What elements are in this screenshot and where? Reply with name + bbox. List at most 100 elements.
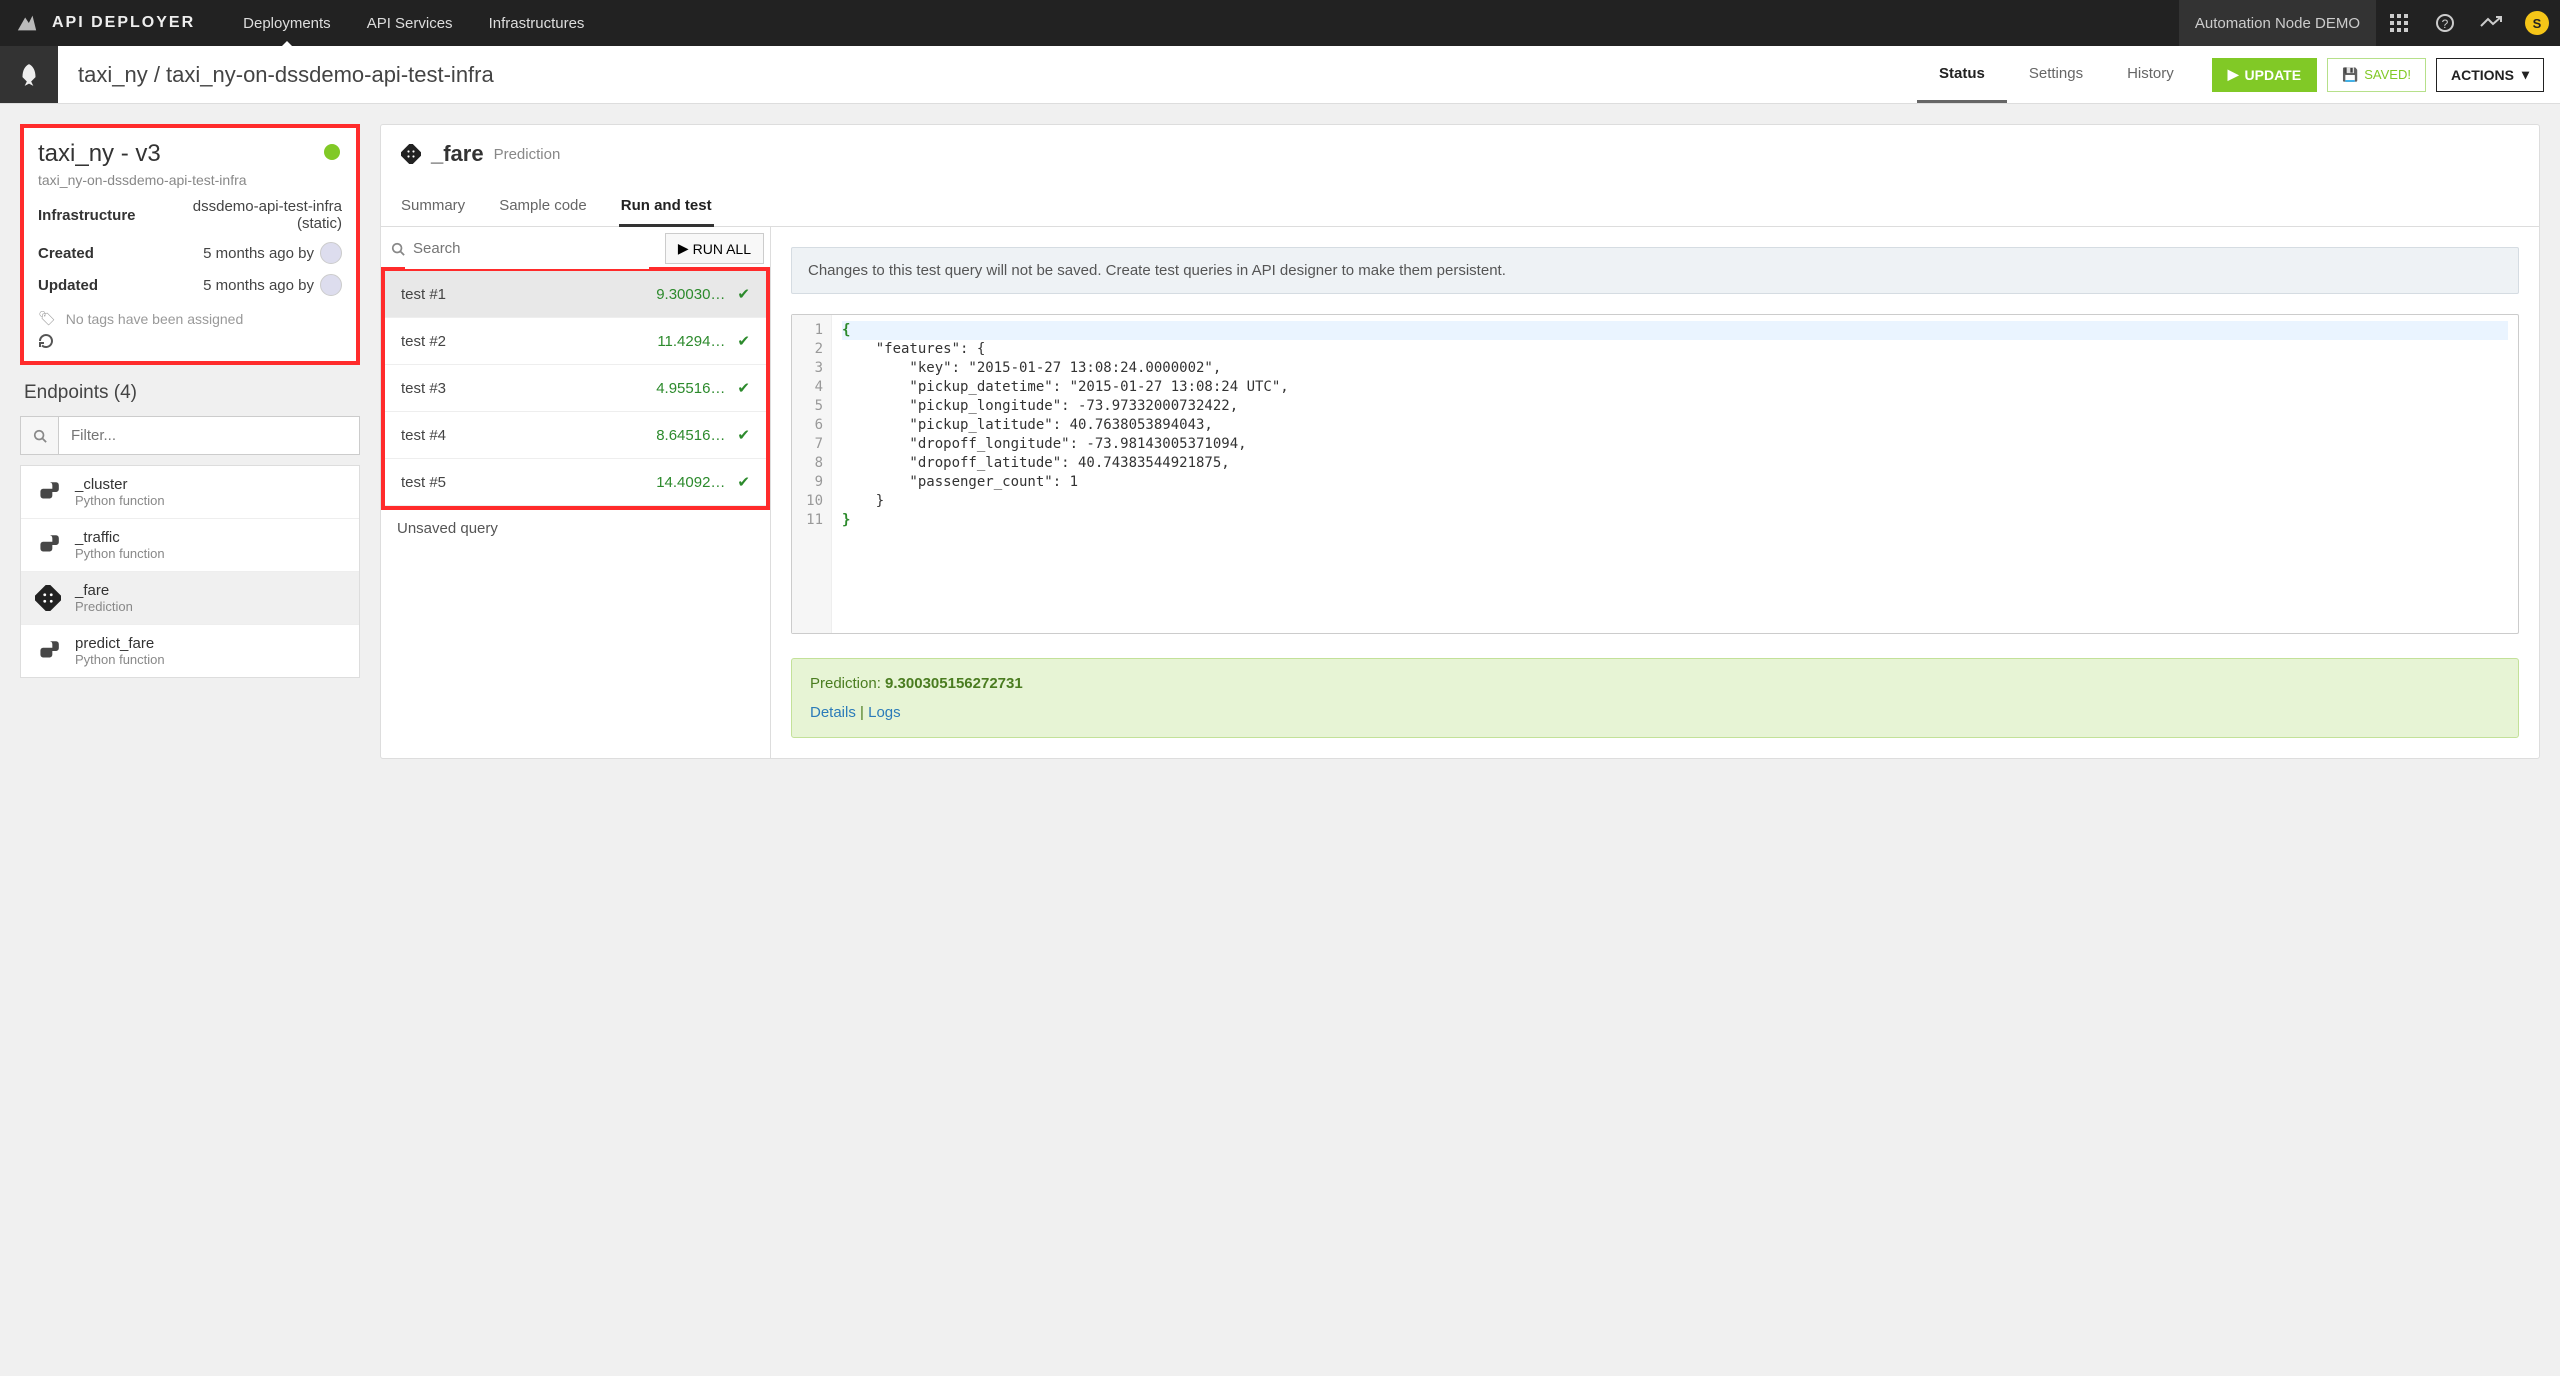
test-row-2[interactable]: test #2 11.4294… ✔ [385, 318, 766, 365]
prediction-label: Prediction: [810, 675, 885, 692]
test-value: 9.30030… [656, 286, 725, 303]
test-value: 14.4092… [656, 474, 725, 491]
saved-indicator: 💾 SAVED! [2327, 58, 2426, 92]
endpoint-list: _clusterPython function _trafficPython f… [20, 465, 360, 678]
node-label: Automation Node DEMO [2195, 15, 2360, 32]
update-label: UPDATE [2245, 67, 2302, 83]
creator-avatar [320, 242, 342, 264]
panel-tab-sample-code[interactable]: Sample code [497, 187, 589, 227]
test-list: ▶ RUN ALL test #1 9.30030… ✔ test #2 11.… [381, 227, 771, 758]
svg-text:?: ? [2442, 17, 2449, 31]
prediction-result: Prediction: 9.300305156272731 Details | … [791, 658, 2519, 738]
search-icon [391, 242, 405, 256]
code-editor[interactable]: 1234567891011 { "features": { "key": "20… [791, 314, 2519, 634]
test-value: 4.95516… [656, 380, 725, 397]
info-v-infra: dssdemo-api-test-infra (static) [158, 198, 342, 232]
test-value: 8.64516… [656, 427, 725, 444]
test-value: 11.4294… [657, 333, 725, 350]
update-button[interactable]: ▶ UPDATE [2212, 58, 2317, 92]
code-content: { "features": { "key": "2015-01-27 13:08… [832, 315, 2518, 633]
prediction-icon [401, 144, 421, 164]
prediction-icon [33, 583, 63, 613]
endpoint-panel-type: Prediction [494, 146, 561, 163]
endpoint-item-traffic[interactable]: _trafficPython function [21, 519, 359, 572]
test-row-3[interactable]: test #3 4.95516… ✔ [385, 365, 766, 412]
deployment-info-card: taxi_ny - v3 taxi_ny-on-dssdemo-api-test… [20, 124, 360, 365]
info-k-created: Created [38, 245, 158, 262]
endpoint-name: _traffic [75, 529, 165, 546]
test-row-1[interactable]: test #1 9.30030… ✔ [385, 271, 766, 318]
play-icon: ▶ [2228, 66, 2239, 83]
endpoint-name: _fare [75, 582, 133, 599]
nav-deployments[interactable]: Deployments [225, 0, 349, 46]
unsaved-notice: Changes to this test query will not be s… [791, 247, 2519, 294]
node-selector[interactable]: Automation Node DEMO [2179, 0, 2376, 46]
tag-icon: 🏷 [38, 310, 56, 327]
refresh-button[interactable] [38, 333, 342, 349]
test-name: test #1 [401, 286, 656, 303]
help-icon[interactable]: ? [2422, 0, 2468, 46]
caret-down-icon: ▾ [2522, 66, 2529, 83]
endpoint-panel: _fare Prediction Summary Sample code Run… [380, 124, 2540, 759]
test-detail: Changes to this test query will not be s… [771, 227, 2539, 758]
apps-icon[interactable] [2376, 0, 2422, 46]
no-tags-text: No tags have been assigned [66, 311, 243, 327]
brand-title: API DEPLOYER [52, 14, 195, 32]
refresh-icon [38, 333, 54, 349]
test-name: test #2 [401, 333, 657, 350]
activity-icon[interactable] [2468, 0, 2514, 46]
actions-button[interactable]: ACTIONS ▾ [2436, 58, 2544, 92]
avatar-initial: S [2525, 11, 2549, 35]
test-row-4[interactable]: test #4 8.64516… ✔ [385, 412, 766, 459]
test-name: test #5 [401, 474, 656, 491]
search-icon [21, 417, 59, 454]
check-icon: ✔ [737, 473, 750, 491]
breadcrumb: taxi_ny / taxi_ny-on-dssdemo-api-test-in… [58, 46, 1917, 103]
line-gutter: 1234567891011 [792, 315, 832, 633]
endpoint-panel-name: _fare [431, 141, 484, 167]
python-icon [33, 530, 63, 560]
tab-status[interactable]: Status [1917, 46, 2007, 103]
test-name: test #4 [401, 427, 656, 444]
details-link[interactable]: Details [810, 704, 856, 721]
endpoint-filter-input[interactable] [59, 417, 359, 454]
python-icon [33, 477, 63, 507]
user-avatar[interactable]: S [2514, 0, 2560, 46]
check-icon: ✔ [737, 426, 750, 444]
deployment-title: taxi_ny - v3 [38, 140, 342, 168]
status-dot [324, 144, 340, 160]
check-icon: ✔ [737, 379, 750, 397]
test-row-5[interactable]: test #5 14.4092… ✔ [385, 459, 766, 506]
test-search-input[interactable] [405, 228, 649, 269]
updater-avatar [320, 274, 342, 296]
endpoint-name: _cluster [75, 476, 165, 493]
prediction-value: 9.300305156272731 [885, 675, 1023, 692]
logo-bird-icon [16, 12, 38, 34]
run-all-button[interactable]: ▶ RUN ALL [665, 233, 764, 264]
top-nav: API DEPLOYER Deployments API Services In… [0, 0, 2560, 46]
check-icon: ✔ [737, 285, 750, 303]
check-icon: ✔ [737, 332, 750, 350]
unsaved-query-label[interactable]: Unsaved query [381, 506, 770, 551]
python-icon [33, 636, 63, 666]
save-icon: 💾 [2342, 67, 2358, 83]
endpoint-type: Python function [75, 493, 165, 508]
tab-settings[interactable]: Settings [2007, 46, 2105, 103]
info-k-updated: Updated [38, 277, 158, 294]
nav-infrastructures[interactable]: Infrastructures [471, 0, 603, 46]
panel-tab-run-and-test[interactable]: Run and test [619, 187, 714, 227]
endpoint-item-fare[interactable]: _farePrediction [21, 572, 359, 625]
play-icon: ▶ [678, 240, 689, 257]
nav-api-services[interactable]: API Services [349, 0, 471, 46]
actions-label: ACTIONS [2451, 67, 2514, 83]
tab-history[interactable]: History [2105, 46, 2196, 103]
test-name: test #3 [401, 380, 656, 397]
logs-link[interactable]: Logs [868, 704, 901, 721]
endpoint-item-cluster[interactable]: _clusterPython function [21, 466, 359, 519]
rocket-icon[interactable] [0, 46, 58, 103]
panel-tab-summary[interactable]: Summary [399, 187, 467, 227]
info-v-updated: 5 months ago by [203, 277, 314, 294]
run-all-label: RUN ALL [693, 241, 751, 257]
saved-label: SAVED! [2364, 67, 2411, 82]
endpoint-item-predict-fare[interactable]: predict_farePython function [21, 625, 359, 677]
